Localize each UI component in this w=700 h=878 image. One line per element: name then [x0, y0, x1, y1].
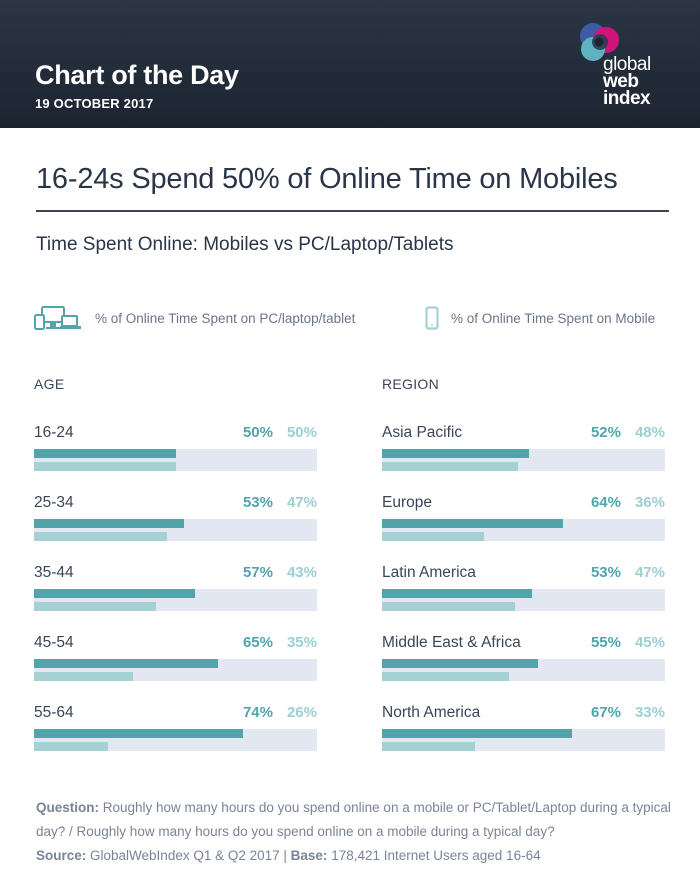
- category-label: 45-54: [34, 634, 74, 651]
- bar-track: [382, 729, 665, 751]
- base-label: Base:: [290, 848, 328, 863]
- bar-row: Middle East & Africa 55% 45%: [382, 630, 665, 700]
- header-date: 19 OCTOBER 2017: [35, 96, 154, 111]
- category-label: 35-44: [34, 564, 74, 581]
- page-title: 16-24s Spend 50% of Online Time on Mobil…: [36, 163, 618, 195]
- pc-value-label: 53%: [590, 564, 621, 581]
- mobile-bar: [34, 462, 176, 471]
- pc-bar: [382, 589, 532, 598]
- pc-value-label: 57%: [242, 564, 273, 581]
- bar-track: [382, 519, 665, 541]
- source-text: GlobalWebIndex Q1 & Q2 2017 |: [86, 848, 291, 863]
- bar-track: [382, 659, 665, 681]
- mobile-value-label: 33%: [634, 704, 665, 721]
- header-title: Chart of the Day: [35, 60, 239, 90]
- devices-icon: [34, 306, 81, 330]
- mobile-value-label: 43%: [286, 564, 317, 581]
- mobile-bar: [382, 672, 510, 681]
- mobile-bar: [34, 532, 167, 541]
- pc-value-label: 64%: [590, 494, 621, 511]
- header-banner: Chart of the Day 19 OCTOBER 2017 global …: [0, 0, 700, 128]
- pc-bar: [382, 659, 538, 668]
- bar-row: Asia Pacific 52% 48%: [382, 420, 665, 490]
- bar-track: [382, 449, 665, 471]
- pc-value-label: 65%: [242, 634, 273, 651]
- pc-bar: [382, 729, 572, 738]
- legend-item-mobile: % of Online Time Spent on Mobile: [425, 302, 655, 334]
- bar-track: [34, 589, 317, 611]
- bar-row: North America 67% 33%: [382, 700, 665, 770]
- legend-item-pc: % of Online Time Spent on PC/laptop/tabl…: [33, 302, 355, 334]
- bar-row: 55-64 74% 26%: [34, 700, 317, 770]
- mobile-value-label: 50%: [286, 424, 317, 441]
- pc-bar: [34, 729, 244, 738]
- mobile-bar: [34, 602, 156, 611]
- category-label: 25-34: [34, 494, 74, 511]
- bar-track: [34, 659, 317, 681]
- logo-line-index: index: [603, 88, 651, 109]
- category-label: Asia Pacific: [382, 424, 463, 441]
- section-label-age: AGE: [34, 376, 65, 392]
- pc-value-label: 74%: [242, 704, 273, 721]
- legend-label-mobile: % of Online Time Spent on Mobile: [451, 310, 656, 326]
- bar-row: 35-44 57% 43%: [34, 560, 317, 630]
- mobile-phone-icon: [425, 306, 439, 330]
- footer-question: Question: Roughly how many hours do you …: [36, 796, 676, 844]
- footer-source: Source: GlobalWebIndex Q1 & Q2 2017 | Ba…: [36, 844, 676, 868]
- bar-track: [382, 589, 665, 611]
- source-label: Source:: [36, 848, 87, 863]
- pc-value-label: 55%: [590, 634, 621, 651]
- pc-bar: [382, 519, 564, 528]
- legend-label-pc: % of Online Time Spent on PC/laptop/tabl…: [95, 310, 356, 326]
- mobile-bar: [382, 462, 518, 471]
- mobile-value-label: 47%: [286, 494, 317, 511]
- bar-track: [34, 449, 317, 471]
- category-label: Middle East & Africa: [382, 634, 521, 651]
- pc-value-label: 50%: [242, 424, 273, 441]
- pc-value-label: 53%: [242, 494, 273, 511]
- question-text: Roughly how many hours do you spend onli…: [36, 800, 671, 839]
- mobile-bar: [382, 532, 484, 541]
- logo-wordmark: global web index: [603, 55, 651, 109]
- pc-bar: [34, 519, 184, 528]
- category-label: 16-24: [34, 424, 74, 441]
- question-label: Question:: [36, 800, 99, 815]
- pc-value-label: 67%: [590, 704, 621, 721]
- mobile-value-label: 45%: [634, 634, 665, 651]
- bar-row: 25-34 53% 47%: [34, 490, 317, 560]
- mobile-value-label: 47%: [634, 564, 665, 581]
- base-text: 178,421 Internet Users aged 16-64: [327, 848, 541, 863]
- mobile-value-label: 48%: [634, 424, 665, 441]
- title-divider: [36, 210, 669, 212]
- category-label: North America: [382, 704, 481, 721]
- bar-track: [34, 519, 317, 541]
- bar-row: 45-54 65% 35%: [34, 630, 317, 700]
- mobile-value-label: 26%: [286, 704, 317, 721]
- pc-value-label: 52%: [590, 424, 621, 441]
- category-label: 55-64: [34, 704, 74, 721]
- mobile-bar: [34, 742, 108, 751]
- pc-bar: [382, 449, 530, 458]
- mobile-value-label: 35%: [286, 634, 317, 651]
- mobile-bar: [382, 742, 476, 751]
- bar-row: 16-24 50% 50%: [34, 420, 317, 490]
- chart-subtitle: Time Spent Online: Mobiles vs PC/Laptop/…: [36, 234, 454, 255]
- category-label: Europe: [382, 494, 432, 511]
- section-label-region: REGION: [382, 376, 440, 392]
- footer-notes: Question: Roughly how many hours do you …: [36, 796, 676, 868]
- mobile-bar: [34, 672, 134, 681]
- mobile-value-label: 36%: [634, 494, 665, 511]
- pc-bar: [34, 449, 176, 458]
- region-bar-panel: Asia Pacific 52% 48% Europe 64% 36% Latin Amer…: [382, 420, 665, 770]
- bar-track: [34, 729, 317, 751]
- pc-bar: [34, 659, 218, 668]
- bar-row: Europe 64% 36%: [382, 490, 665, 560]
- pc-bar: [34, 589, 196, 598]
- bar-row: Latin America 53% 47%: [382, 560, 665, 630]
- age-bar-panel: 16-24 50% 50% 25-34 53% 47% 35-44 57% 43% 45-54 65…: [34, 420, 317, 770]
- globalwebindex-logo: global web index: [576, 20, 672, 112]
- category-label: Latin America: [382, 564, 476, 581]
- mobile-bar: [382, 602, 515, 611]
